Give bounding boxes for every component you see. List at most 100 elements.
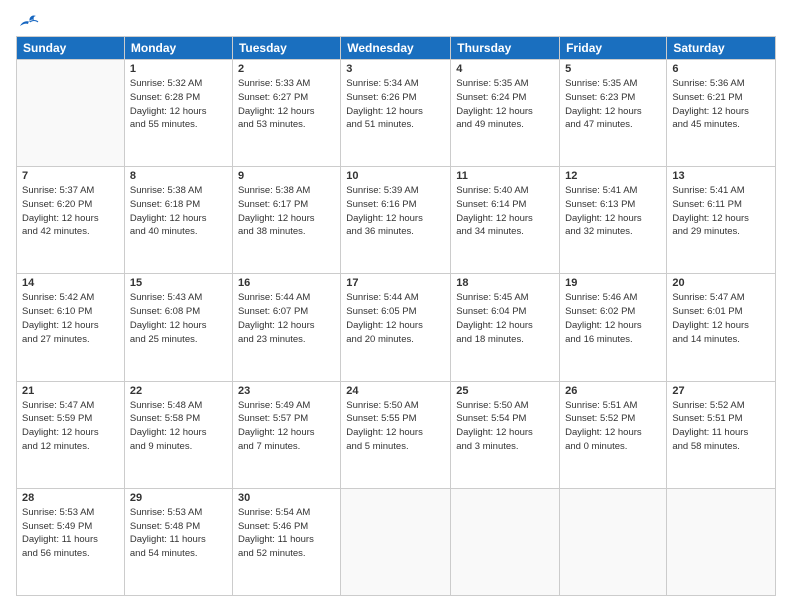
day-number: 14 (22, 277, 119, 289)
calendar-cell: 6 Sunrise: 5:36 AM Sunset: 6:21 PM Daylig… (667, 60, 776, 167)
calendar-cell: 26 Sunrise: 5:51 AM Sunset: 5:52 PM Dayli… (560, 381, 667, 488)
logo (16, 16, 40, 26)
day-number: 7 (22, 170, 119, 182)
day-info: Sunrise: 5:47 AM Sunset: 6:01 PM Dayligh… (672, 291, 770, 346)
day-info: Sunrise: 5:52 AM Sunset: 5:51 PM Dayligh… (672, 399, 770, 454)
calendar-week-2: 14 Sunrise: 5:42 AM Sunset: 6:10 PM Dayli… (17, 274, 776, 381)
day-info: Sunrise: 5:37 AM Sunset: 6:20 PM Dayligh… (22, 184, 119, 239)
day-number: 9 (238, 170, 335, 182)
day-info: Sunrise: 5:50 AM Sunset: 5:55 PM Dayligh… (346, 399, 445, 454)
day-info: Sunrise: 5:48 AM Sunset: 5:58 PM Dayligh… (130, 399, 227, 454)
day-info: Sunrise: 5:41 AM Sunset: 6:11 PM Dayligh… (672, 184, 770, 239)
day-info: Sunrise: 5:51 AM Sunset: 5:52 PM Dayligh… (565, 399, 661, 454)
day-number: 26 (565, 385, 661, 397)
calendar-cell: 29 Sunrise: 5:53 AM Sunset: 5:48 PM Dayli… (124, 488, 232, 595)
calendar-week-4: 28 Sunrise: 5:53 AM Sunset: 5:49 PM Dayli… (17, 488, 776, 595)
logo-bird-icon (18, 12, 40, 30)
calendar-cell: 23 Sunrise: 5:49 AM Sunset: 5:57 PM Dayli… (232, 381, 340, 488)
weekday-header-friday: Friday (560, 37, 667, 60)
day-number: 3 (346, 63, 445, 75)
day-number: 20 (672, 277, 770, 289)
day-number: 19 (565, 277, 661, 289)
day-number: 21 (22, 385, 119, 397)
weekday-header-wednesday: Wednesday (341, 37, 451, 60)
calendar-cell: 28 Sunrise: 5:53 AM Sunset: 5:49 PM Dayli… (17, 488, 125, 595)
calendar-cell: 4 Sunrise: 5:35 AM Sunset: 6:24 PM Daylig… (451, 60, 560, 167)
calendar: SundayMondayTuesdayWednesdayThursdayFrid… (16, 36, 776, 596)
calendar-cell: 20 Sunrise: 5:47 AM Sunset: 6:01 PM Dayli… (667, 274, 776, 381)
day-number: 18 (456, 277, 554, 289)
calendar-cell: 19 Sunrise: 5:46 AM Sunset: 6:02 PM Dayli… (560, 274, 667, 381)
calendar-cell: 9 Sunrise: 5:38 AM Sunset: 6:17 PM Daylig… (232, 167, 340, 274)
calendar-cell: 18 Sunrise: 5:45 AM Sunset: 6:04 PM Dayli… (451, 274, 560, 381)
weekday-header-monday: Monday (124, 37, 232, 60)
calendar-cell: 27Sunrise: 5:52 AM Sunset: 5:51 PM Dayli… (667, 381, 776, 488)
day-number: 29 (130, 492, 227, 504)
day-info: Sunrise: 5:49 AM Sunset: 5:57 PM Dayligh… (238, 399, 335, 454)
day-number: 11 (456, 170, 554, 182)
calendar-cell: 13 Sunrise: 5:41 AM Sunset: 6:11 PM Dayli… (667, 167, 776, 274)
weekday-header-sunday: Sunday (17, 37, 125, 60)
day-info: Sunrise: 5:42 AM Sunset: 6:10 PM Dayligh… (22, 291, 119, 346)
calendar-cell: 7 Sunrise: 5:37 AM Sunset: 6:20 PM Daylig… (17, 167, 125, 274)
calendar-cell (451, 488, 560, 595)
day-number: 23 (238, 385, 335, 397)
calendar-week-0: 1Sunrise: 5:32 AM Sunset: 6:28 PM Daylig… (17, 60, 776, 167)
calendar-header-row: SundayMondayTuesdayWednesdayThursdayFrid… (17, 37, 776, 60)
weekday-header-tuesday: Tuesday (232, 37, 340, 60)
calendar-cell: 10 Sunrise: 5:39 AM Sunset: 6:16 PM Dayli… (341, 167, 451, 274)
day-info: Sunrise: 5:38 AM Sunset: 6:17 PM Dayligh… (238, 184, 335, 239)
calendar-cell (17, 60, 125, 167)
calendar-cell: 2 Sunrise: 5:33 AM Sunset: 6:27 PM Daylig… (232, 60, 340, 167)
calendar-cell: 14 Sunrise: 5:42 AM Sunset: 6:10 PM Dayli… (17, 274, 125, 381)
day-info: Sunrise: 5:35 AM Sunset: 6:23 PM Dayligh… (565, 77, 661, 132)
calendar-cell: 12 Sunrise: 5:41 AM Sunset: 6:13 PM Dayli… (560, 167, 667, 274)
day-info: Sunrise: 5:34 AM Sunset: 6:26 PM Dayligh… (346, 77, 445, 132)
calendar-cell: 17Sunrise: 5:44 AM Sunset: 6:05 PM Dayli… (341, 274, 451, 381)
day-info: Sunrise: 5:33 AM Sunset: 6:27 PM Dayligh… (238, 77, 335, 132)
day-info: Sunrise: 5:36 AM Sunset: 6:21 PM Dayligh… (672, 77, 770, 132)
day-number: 10 (346, 170, 445, 182)
day-number: 24 (346, 385, 445, 397)
day-number: 4 (456, 63, 554, 75)
day-info: Sunrise: 5:54 AM Sunset: 5:46 PM Dayligh… (238, 506, 335, 561)
calendar-cell: 30Sunrise: 5:54 AM Sunset: 5:46 PM Dayli… (232, 488, 340, 595)
day-info: Sunrise: 5:44 AM Sunset: 6:07 PM Dayligh… (238, 291, 335, 346)
weekday-header-saturday: Saturday (667, 37, 776, 60)
calendar-cell: 3 Sunrise: 5:34 AM Sunset: 6:26 PM Daylig… (341, 60, 451, 167)
calendar-cell (667, 488, 776, 595)
day-info: Sunrise: 5:43 AM Sunset: 6:08 PM Dayligh… (130, 291, 227, 346)
day-info: Sunrise: 5:44 AM Sunset: 6:05 PM Dayligh… (346, 291, 445, 346)
calendar-week-1: 7 Sunrise: 5:37 AM Sunset: 6:20 PM Daylig… (17, 167, 776, 274)
calendar-cell: 21Sunrise: 5:47 AM Sunset: 5:59 PM Dayli… (17, 381, 125, 488)
day-info: Sunrise: 5:41 AM Sunset: 6:13 PM Dayligh… (565, 184, 661, 239)
calendar-cell: 5 Sunrise: 5:35 AM Sunset: 6:23 PM Daylig… (560, 60, 667, 167)
calendar-cell (341, 488, 451, 595)
day-info: Sunrise: 5:45 AM Sunset: 6:04 PM Dayligh… (456, 291, 554, 346)
day-number: 28 (22, 492, 119, 504)
day-info: Sunrise: 5:39 AM Sunset: 6:16 PM Dayligh… (346, 184, 445, 239)
day-number: 8 (130, 170, 227, 182)
calendar-week-3: 21Sunrise: 5:47 AM Sunset: 5:59 PM Dayli… (17, 381, 776, 488)
day-number: 1 (130, 63, 227, 75)
day-info: Sunrise: 5:46 AM Sunset: 6:02 PM Dayligh… (565, 291, 661, 346)
day-number: 6 (672, 63, 770, 75)
calendar-cell: 15 Sunrise: 5:43 AM Sunset: 6:08 PM Dayli… (124, 274, 232, 381)
day-info: Sunrise: 5:35 AM Sunset: 6:24 PM Dayligh… (456, 77, 554, 132)
day-number: 15 (130, 277, 227, 289)
weekday-header-thursday: Thursday (451, 37, 560, 60)
day-info: Sunrise: 5:40 AM Sunset: 6:14 PM Dayligh… (456, 184, 554, 239)
day-info: Sunrise: 5:53 AM Sunset: 5:49 PM Dayligh… (22, 506, 119, 561)
day-info: Sunrise: 5:38 AM Sunset: 6:18 PM Dayligh… (130, 184, 227, 239)
day-info: Sunrise: 5:50 AM Sunset: 5:54 PM Dayligh… (456, 399, 554, 454)
day-number: 12 (565, 170, 661, 182)
day-info: Sunrise: 5:53 AM Sunset: 5:48 PM Dayligh… (130, 506, 227, 561)
day-number: 5 (565, 63, 661, 75)
calendar-cell (560, 488, 667, 595)
calendar-cell: 1Sunrise: 5:32 AM Sunset: 6:28 PM Daylig… (124, 60, 232, 167)
calendar-cell: 25 Sunrise: 5:50 AM Sunset: 5:54 PM Dayli… (451, 381, 560, 488)
day-number: 2 (238, 63, 335, 75)
day-number: 13 (672, 170, 770, 182)
day-number: 25 (456, 385, 554, 397)
day-number: 22 (130, 385, 227, 397)
